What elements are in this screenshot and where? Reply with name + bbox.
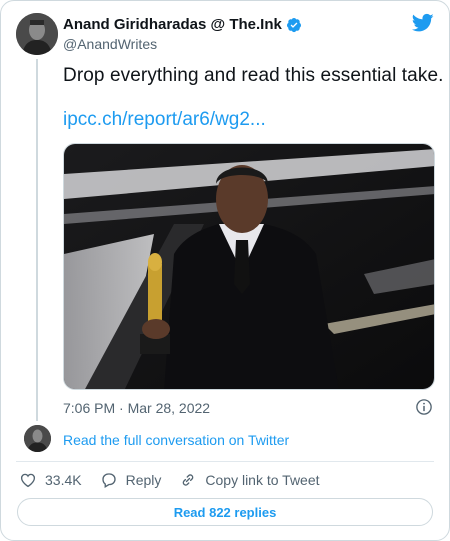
thread-line [36,59,38,421]
divider [16,461,434,462]
copy-link-button[interactable]: Copy link to Tweet [179,471,320,489]
reply-button[interactable]: Reply [100,471,162,489]
tweet-media-image[interactable] [63,143,435,390]
info-icon[interactable] [415,398,433,416]
conversation-avatar [24,425,51,452]
twitter-bird-icon[interactable] [412,13,434,33]
author-avatar[interactable] [16,13,58,55]
author-handle[interactable]: @AnandWrites [63,36,157,52]
like-button[interactable]: 33.4K [19,471,82,489]
copy-link-label: Copy link to Tweet [205,472,320,488]
author-display-name[interactable]: Anand Giridharadas @ The.Ink [63,16,282,33]
heart-icon [20,473,36,488]
link-icon [183,474,194,486]
read-conversation-link[interactable]: Read the full conversation on Twitter [63,432,289,448]
tweet-embed-card: Anand Giridharadas @ The.Ink @AnandWrite… [0,0,450,541]
reply-label: Reply [125,472,162,488]
tweet-link[interactable]: ipcc.ch/report/ar6/wg2... [63,109,266,131]
tweet-text: Drop everything and read this essential … [63,65,444,86]
like-count: 33.4K [45,472,82,488]
tweet-timestamp[interactable]: 7:06 PM · Mar 28, 2022 [63,400,210,416]
verified-badge-icon [286,17,301,32]
reply-icon [101,473,116,488]
read-replies-button[interactable]: Read 822 replies [17,498,433,526]
